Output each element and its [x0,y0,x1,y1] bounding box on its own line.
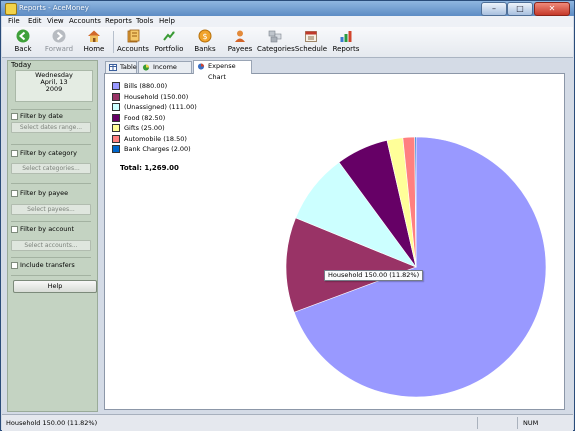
sidebar-divider [11,144,91,145]
filter-account-label: Filter by account [20,225,75,233]
forward-arrow-icon [52,29,66,43]
forward-label: Forward [44,45,74,53]
menu-bar: File Edit View Accounts Reports Tools He… [2,16,573,27]
slice-tooltip: Household 150.00 (11.82%) [324,270,424,281]
include-transfers-section: Include transfers [11,261,95,269]
maximize-button[interactable]: □ [507,2,533,16]
filter-date-label: Filter by date [20,112,63,120]
income-pie-icon [142,64,150,71]
menu-file[interactable]: File [8,17,20,25]
categories-button[interactable]: Categories [257,29,295,56]
schedule-label: Schedule [294,45,328,53]
today-panel: Today Wednesday April, 13 2009 [11,61,93,102]
filter-category-section: Filter by category [11,149,95,157]
close-button[interactable]: ✕ [534,2,570,16]
filter-account-section: Filter by account [11,225,95,233]
toolbar: Back Forward Home Accounts Portfolio $ B… [2,27,573,58]
sidebar-divider [11,183,91,184]
today-date-box: Wednesday April, 13 2009 [15,70,93,102]
reports-button[interactable]: Reports [329,29,363,56]
categories-label: Categories [257,45,295,53]
title-bar[interactable]: Reports - AceMoney – □ ✕ [1,1,574,16]
home-icon [88,30,100,42]
sidebar-divider [11,257,91,258]
select-accounts-button[interactable]: Select accounts... [11,240,91,251]
status-text: Household 150.00 (11.82%) [6,419,98,427]
expense-pie-chart[interactable] [105,74,564,409]
tab-table-label: Table [120,63,137,71]
select-categories-button[interactable]: Select categories... [11,163,91,174]
menu-tools[interactable]: Tools [136,17,153,25]
sidebar-divider [11,109,91,110]
status-divider [477,417,478,429]
expense-pie-icon [197,63,205,70]
bank-coin-icon: $ [198,29,212,43]
today-label: Today [11,61,32,69]
banks-label: Banks [194,45,216,53]
filters-sidebar: Today Wednesday April, 13 2009 Filter by… [7,60,98,412]
schedule-button[interactable]: Schedule [294,29,328,56]
payees-label: Payees [227,45,253,53]
reports-chart-icon [340,31,352,42]
sidebar-divider [11,275,91,276]
minimize-button[interactable]: – [481,2,507,16]
expense-chart-panel: Bills (880.00) Household (150.00) (Unass… [104,73,565,410]
forward-button[interactable]: Forward [42,29,76,56]
tab-income-chart[interactable]: Income Chart [138,61,192,82]
select-dates-button[interactable]: Select dates range... [11,122,91,133]
filter-category-label: Filter by category [20,149,77,157]
status-num-indicator: NUM [523,419,539,427]
menu-accounts[interactable]: Accounts [69,17,101,25]
schedule-calendar-icon [305,31,317,42]
help-button[interactable]: Help [13,280,97,293]
filter-date-section: Filter by date [11,112,95,120]
app-icon [5,3,17,15]
banks-button[interactable]: $ Banks [188,29,222,56]
include-transfers-checkbox[interactable] [11,261,18,269]
menu-view[interactable]: View [47,17,64,25]
status-bar: Household 150.00 (11.82%) NUM [2,414,573,431]
today-year: 2009 [45,85,63,93]
payees-icon [235,30,245,42]
toolbar-separator [113,31,114,53]
status-divider [517,417,518,429]
filter-category-checkbox[interactable] [11,149,18,157]
accounts-icon [127,29,140,43]
menu-help[interactable]: Help [159,17,175,25]
payees-button[interactable]: Payees [223,29,257,56]
menu-reports[interactable]: Reports [105,17,132,25]
sidebar-divider [11,221,91,222]
report-area: Table Income Chart Expense Chart Bills (… [103,60,570,410]
table-icon [109,64,117,71]
filter-payee-label: Filter by payee [20,189,69,197]
categories-icon [268,30,282,43]
include-transfers-label: Include transfers [20,261,75,269]
filter-account-checkbox[interactable] [11,225,18,233]
tab-table[interactable]: Table [105,61,137,73]
filter-payee-section: Filter by payee [11,189,95,197]
back-arrow-icon [16,29,30,43]
back-label: Back [14,45,32,53]
tab-expense-chart[interactable]: Expense Chart [193,60,252,81]
portfolio-icon [163,31,175,41]
portfolio-button[interactable]: Portfolio [152,29,186,56]
filter-date-checkbox[interactable] [11,112,18,120]
back-button[interactable]: Back [6,29,40,56]
reports-label: Reports [332,45,360,53]
svg-text:$: $ [202,32,207,41]
accounts-label: Accounts [117,45,149,53]
filter-payee-checkbox[interactable] [11,189,18,197]
home-button[interactable]: Home [77,29,111,56]
accounts-button[interactable]: Accounts [116,29,150,56]
menu-edit[interactable]: Edit [28,17,42,25]
home-label: Home [83,45,105,53]
app-window: Reports - AceMoney – □ ✕ File Edit View … [0,0,575,431]
window-title: Reports - AceMoney [19,4,89,12]
portfolio-label: Portfolio [154,45,184,53]
select-payees-button[interactable]: Select payees... [11,204,91,215]
